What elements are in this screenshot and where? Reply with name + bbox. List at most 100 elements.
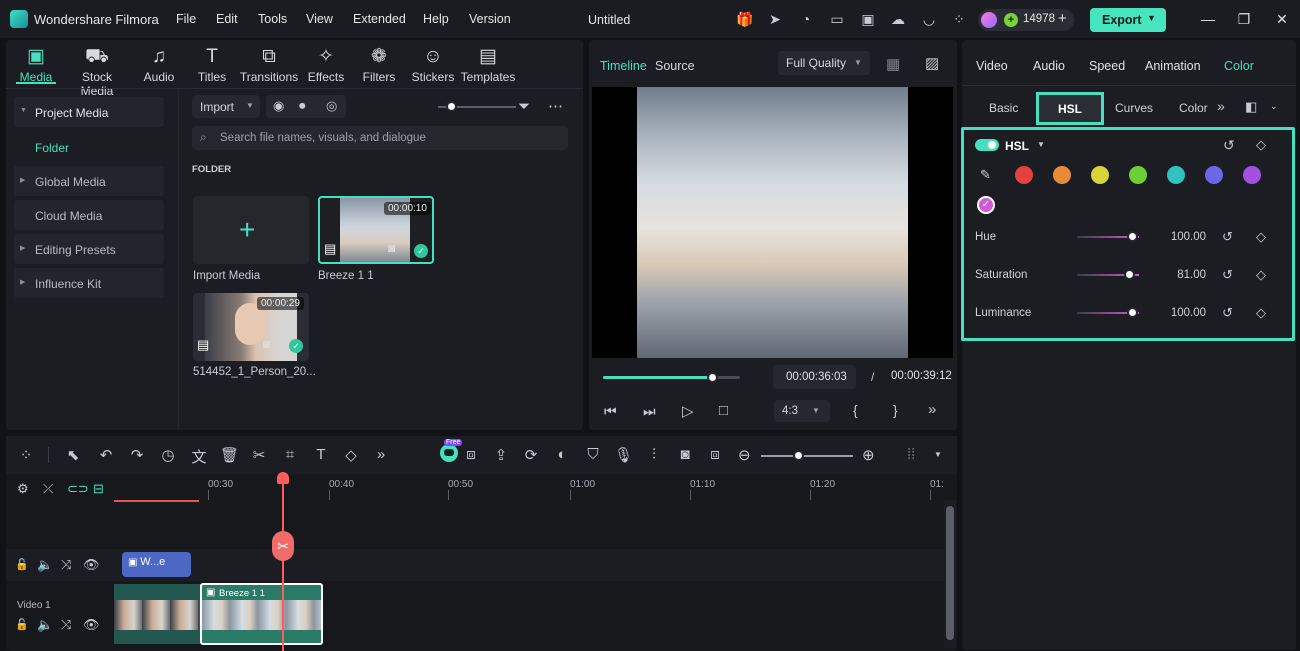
playhead-line[interactable] (282, 476, 284, 651)
tab-animation[interactable]: Animation (1145, 59, 1201, 73)
replace-icon[interactable]: ⟳ (522, 446, 540, 464)
cloud-upload-icon[interactable]: ☁ (890, 11, 906, 27)
hue-swatch[interactable] (1167, 166, 1185, 184)
restore-icon[interactable]: ❐ (1236, 11, 1252, 27)
settings-icon[interactable]: ⚙ (17, 481, 29, 497)
export-button[interactable]: Export ▼ (1090, 8, 1166, 32)
mark-in-icon[interactable]: { (853, 402, 858, 418)
media-clip-breeze[interactable]: 00:00:10 ▤ ◙ ✓ (318, 196, 434, 264)
hue-swatch[interactable] (1091, 166, 1109, 184)
menu-file[interactable]: File (176, 12, 196, 26)
speaker-icon[interactable]: 🔈 (37, 617, 53, 633)
tab-source[interactable]: Source (655, 59, 695, 73)
caret-down-icon[interactable]: ▼ (1037, 140, 1045, 149)
headset-icon[interactable]: ◡ (921, 11, 937, 27)
ai-icon[interactable]: ◎ (326, 98, 337, 114)
keyframe-icon[interactable]: ◇ (1256, 305, 1266, 321)
subtab-basic[interactable]: Basic (989, 101, 1018, 115)
add-credits-icon[interactable]: + (1058, 10, 1067, 27)
mark-out-icon[interactable]: } (893, 402, 898, 418)
zoom-knob[interactable] (793, 450, 804, 461)
camera-track-icon[interactable]: ◙ (676, 446, 694, 463)
redo-icon[interactable]: ↷ (128, 446, 146, 464)
snapshot-icon[interactable]: ▨ (925, 54, 939, 72)
slider-value[interactable]: 81.00 (1166, 269, 1206, 281)
speaker-icon[interactable]: 🔈 (37, 557, 53, 573)
lock-icon[interactable]: 🔓 (15, 618, 29, 631)
menu-view[interactable]: View (306, 12, 333, 26)
export-clip-icon[interactable]: ⇪ (492, 446, 510, 464)
layout-icon[interactable]: ▭ (829, 11, 845, 27)
menu-edit[interactable]: Edit (216, 12, 238, 26)
freeze-frame-icon[interactable]: ⧈ (706, 446, 724, 463)
tool-media[interactable]: ▣ Media (5, 44, 67, 84)
subtab-hsl[interactable]: HSL (1036, 92, 1104, 125)
keyframe-icon[interactable]: ◇ (1256, 267, 1266, 283)
sidebar-item-influence-kit[interactable]: ▶ Influence Kit (14, 268, 164, 298)
snap-icon[interactable]: ⧈ (462, 446, 480, 463)
mute-icon[interactable]: ⤨ (61, 557, 71, 573)
track-manager-icon[interactable]: ⊟ (93, 481, 104, 497)
playback-progress[interactable] (603, 376, 740, 379)
shield-icon[interactable]: ⛉ (584, 446, 602, 463)
aspect-ratio-select[interactable]: 4:3 ▼ (774, 400, 830, 422)
sidebar-item-cloud-media[interactable]: Cloud Media (14, 200, 164, 230)
zoom-slider[interactable] (761, 455, 853, 457)
scroll-tabs-icon[interactable]: » (1217, 98, 1225, 114)
menu-tools[interactable]: Tools (258, 12, 287, 26)
video-preview[interactable] (592, 87, 953, 358)
slider-knob[interactable] (1126, 231, 1138, 242)
import-button[interactable]: Import ▼ (192, 95, 260, 118)
more-controls-icon[interactable]: » (928, 401, 936, 418)
apps-grid-icon[interactable]: ⁘ (951, 11, 967, 27)
menu-help[interactable]: Help (423, 12, 449, 26)
slider-value[interactable]: 100.00 (1166, 307, 1206, 319)
slider-knob[interactable] (1123, 269, 1135, 280)
record-icon[interactable]: ◉ (273, 98, 284, 114)
record-voice-icon[interactable]: 🎙 (614, 446, 633, 464)
keyframe-icon[interactable]: ◇ (1256, 137, 1266, 153)
track-layout-icon[interactable]: ⁞⁞ (907, 446, 915, 463)
support-icon[interactable]: ◔ (798, 11, 814, 27)
media-clip-person[interactable]: 00:00:29 ▤ ◙ ✓ (193, 293, 309, 361)
zoom-in-icon[interactable]: ⊕ (862, 446, 875, 464)
undo-icon[interactable]: ↶ (97, 446, 115, 464)
hue-swatch[interactable] (1205, 166, 1223, 184)
hsl-toggle[interactable] (975, 139, 999, 151)
timeline-scrollbar[interactable] (944, 500, 956, 648)
keyframe-icon[interactable]: ◇ (1256, 229, 1266, 245)
chevron-down-icon[interactable]: ⌄ (1270, 101, 1278, 112)
playhead-handle[interactable] (277, 472, 289, 484)
zoom-out-icon[interactable]: ⊖ (738, 446, 751, 464)
next-frame-icon[interactable]: ⏭ (643, 403, 656, 420)
close-icon[interactable]: ✕ (1274, 11, 1290, 27)
eyedropper-icon[interactable]: ✎ (980, 167, 991, 183)
playhead-knob[interactable] (706, 372, 718, 383)
video-clip-person[interactable] (114, 584, 200, 644)
chevron-down-icon[interactable]: ▼ (934, 450, 942, 459)
link-icon[interactable]: ⊂⊃ (67, 481, 89, 497)
play-icon[interactable]: ▷ (682, 402, 694, 420)
split-icon[interactable]: ✂ (250, 446, 268, 464)
sidebar-item-project-media[interactable]: ▼ Project Media (14, 97, 164, 127)
sidebar-item-editing-presets[interactable]: ▶ Editing Presets (14, 234, 164, 264)
hue-swatch[interactable] (1053, 166, 1071, 184)
search-input[interactable]: ⌕ Search file names, visuals, and dialog… (192, 126, 568, 150)
credits-badge[interactable]: + 14978 + (978, 9, 1074, 31)
subtab-color[interactable]: Color (1179, 101, 1208, 115)
speed-icon[interactable]: ◷ (159, 446, 177, 464)
slider-knob[interactable] (446, 101, 457, 112)
microphone-icon[interactable]: ⏺ (299, 98, 306, 114)
reset-icon[interactable]: ↺ (1223, 137, 1235, 154)
lock-icon[interactable]: 🔓 (15, 558, 29, 571)
video-clip-breeze[interactable]: ▣ Breeze 1 1 (200, 583, 323, 645)
sidebar-item-folder[interactable]: Folder (35, 141, 69, 155)
quality-select[interactable]: Full Quality ▼ (778, 51, 870, 75)
chevron-down-icon[interactable]: ▼ (1147, 13, 1156, 23)
hue-swatch[interactable] (1015, 166, 1033, 184)
select-icon[interactable]: ⬉ (64, 446, 82, 464)
ai-assistant-icon[interactable] (440, 444, 458, 462)
reset-icon[interactable]: ↺ (1222, 229, 1233, 245)
stop-icon[interactable]: □ (719, 402, 728, 419)
scrollbar-thumb[interactable] (946, 506, 954, 640)
